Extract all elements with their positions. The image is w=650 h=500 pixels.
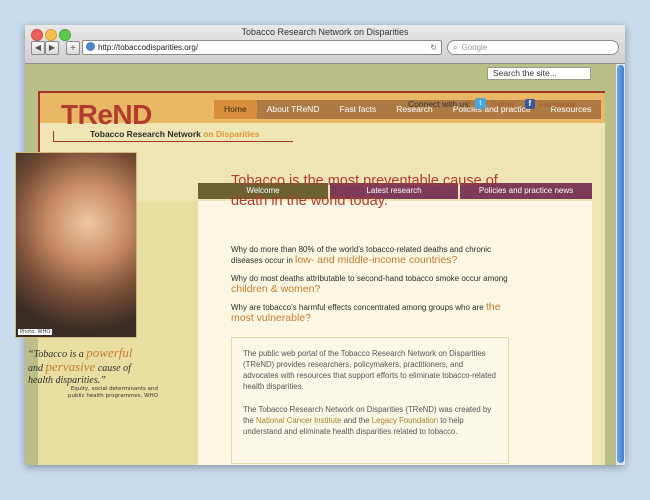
nav-about[interactable]: About TReND [256, 100, 330, 119]
globe-icon [86, 42, 95, 51]
intro-box: The public web portal of the Tobacco Res… [231, 337, 509, 464]
browser-search-field[interactable]: ⌕ Google [447, 40, 619, 55]
site-search-input[interactable] [487, 67, 591, 80]
question-2: Why do most deaths attributable to secon… [231, 273, 521, 295]
nav-fast-facts[interactable]: Fast facts [329, 100, 387, 119]
url-text: http://tobaccodisparities.org/ [98, 43, 199, 52]
question-3: Why are tobacco’s harmful effects concen… [231, 302, 521, 324]
main-headline: Tobacco is the most preventable cause of… [231, 173, 498, 209]
browser-titlebar: Tobacco Research Network on Disparities … [25, 25, 625, 64]
quote-source: Equity, social determinants and public h… [68, 386, 158, 399]
back-button[interactable]: ◀ [31, 41, 45, 55]
quote-highlight-powerful: powerful [86, 345, 133, 360]
photo-caption: Photo: WHO [18, 329, 53, 335]
facebook-link[interactable]: Facebook [539, 99, 576, 109]
sidebar-quote: “Tobacco is a powerful and pervasive cau… [28, 345, 148, 387]
address-bar[interactable]: http://tobaccodisparities.org/ ↻ [82, 40, 442, 55]
logo-tagline-main: Tobacco Research Network [90, 129, 201, 139]
intro-paragraph-1: The public web portal of the Tobacco Res… [243, 349, 496, 391]
question-text: Why do most deaths attributable to secon… [231, 274, 508, 283]
scrollbar-thumb[interactable] [617, 65, 624, 463]
add-bookmark-button[interactable]: + [66, 41, 80, 55]
quote-part: and [28, 363, 46, 374]
quote-highlight-pervasive: pervasive [45, 359, 96, 374]
search-icon: ⌕ [453, 43, 458, 52]
logo-bracket [53, 131, 54, 141]
logo-tagline: Tobacco Research Network on Disparities [90, 129, 259, 139]
page-top-border [38, 91, 605, 93]
logo-underline [53, 141, 293, 142]
connect-label: Connect with us: [408, 98, 471, 109]
nav-home[interactable]: Home [214, 100, 257, 119]
intro-paragraph-2: The Tobacco Research Network on Disparit… [243, 404, 499, 437]
twitter-icon[interactable]: t [474, 98, 486, 109]
children-photo: Photo: WHO [15, 152, 137, 338]
window-title: Tobacco Research Network on Disparities [241, 27, 409, 37]
logo-tagline-accent: on Disparities [203, 129, 260, 139]
intro-text: and the [343, 416, 370, 425]
facebook-icon[interactable]: f [524, 98, 535, 109]
question-1-highlight: low- and middle-income countries? [295, 254, 458, 266]
question-2-highlight: children & women? [231, 283, 321, 295]
social-links: Connect with us: t Twitter f Facebook [408, 98, 582, 109]
forward-button[interactable]: ▶ [45, 41, 59, 55]
reload-icon[interactable]: ↻ [430, 41, 437, 54]
site-logo[interactable]: TReND [61, 99, 152, 131]
legacy-link[interactable]: Legacy Foundation [372, 416, 438, 425]
browser-search-placeholder: Google [461, 43, 488, 52]
question-text: Why are tobacco’s harmful effects concen… [231, 303, 484, 312]
question-1: Why do more than 80% of the world’s toba… [231, 244, 521, 266]
twitter-link[interactable]: Twitter [490, 99, 515, 109]
nci-link[interactable]: National Cancer Institute [256, 416, 341, 425]
